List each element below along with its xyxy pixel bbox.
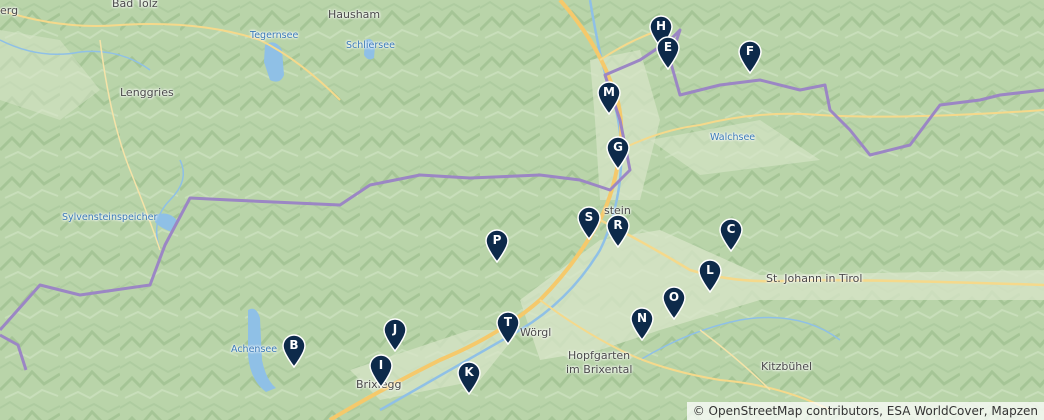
marker-label: B xyxy=(289,338,299,352)
marker-label: C xyxy=(726,222,736,236)
marker-label: T xyxy=(503,315,513,329)
marker-label: G xyxy=(613,140,623,154)
place-label-worgl: Wörgl xyxy=(520,326,552,339)
map-marker-T[interactable]: T xyxy=(495,311,521,345)
place-label-achensee: Achensee xyxy=(231,344,278,355)
marker-label: E xyxy=(663,40,673,54)
map-marker-E[interactable]: E xyxy=(655,36,681,70)
map-marker-F[interactable]: F xyxy=(737,40,763,74)
marker-label: L xyxy=(706,263,714,277)
marker-label: S xyxy=(584,210,594,224)
place-label-tegernsee: Tegernsee xyxy=(250,30,299,41)
place-label-lenggries: Lenggries xyxy=(120,86,174,99)
place-label-sylvensteinspeicher: Sylvensteinspeicher xyxy=(62,212,158,223)
marker-label: N xyxy=(636,311,648,325)
place-label-kitzbuhel: Kitzbühel xyxy=(761,360,813,373)
place-label-hausham: Hausham xyxy=(328,8,381,21)
map-base-layer xyxy=(0,0,1044,420)
map-view[interactable]: Bad Tölz Hausham Tegernsee Schliersee Le… xyxy=(0,0,1044,420)
marker-label: R xyxy=(613,218,623,232)
place-label-schliersee: Schliersee xyxy=(346,40,395,51)
map-marker-J[interactable]: J xyxy=(382,318,408,352)
map-marker-M[interactable]: M xyxy=(596,81,622,115)
place-label-hopfgarten: Hopfgarten xyxy=(568,349,631,362)
map-marker-L[interactable]: L xyxy=(697,259,723,293)
place-label-berg: erg xyxy=(0,4,19,17)
map-marker-C[interactable]: C xyxy=(718,218,744,252)
marker-label: P xyxy=(492,233,502,247)
marker-label: F xyxy=(745,44,755,58)
marker-label: J xyxy=(392,322,398,336)
place-label-im-brixental: im Brixental xyxy=(566,363,633,376)
map-attribution[interactable]: © OpenStreetMap contributors, ESA WorldC… xyxy=(686,402,1044,420)
map-marker-B[interactable]: B xyxy=(281,334,307,368)
map-marker-O[interactable]: O xyxy=(661,286,687,320)
marker-label: H xyxy=(655,19,667,33)
map-marker-N[interactable]: N xyxy=(629,307,655,341)
map-marker-S[interactable]: S xyxy=(576,206,602,240)
map-marker-K[interactable]: K xyxy=(456,361,482,395)
marker-label: K xyxy=(464,365,474,379)
map-marker-P[interactable]: P xyxy=(484,229,510,263)
map-marker-I[interactable]: I xyxy=(368,354,394,388)
marker-label: M xyxy=(603,85,615,99)
marker-label: O xyxy=(668,290,680,304)
place-label-st-johann: St. Johann in Tirol xyxy=(766,272,863,285)
map-marker-G[interactable]: G xyxy=(605,136,631,170)
place-label-walchsee: Walchsee xyxy=(710,132,756,143)
place-label-bad-tolz: Bad Tölz xyxy=(112,0,158,10)
marker-label: I xyxy=(378,358,384,372)
map-marker-R[interactable]: R xyxy=(605,214,631,248)
